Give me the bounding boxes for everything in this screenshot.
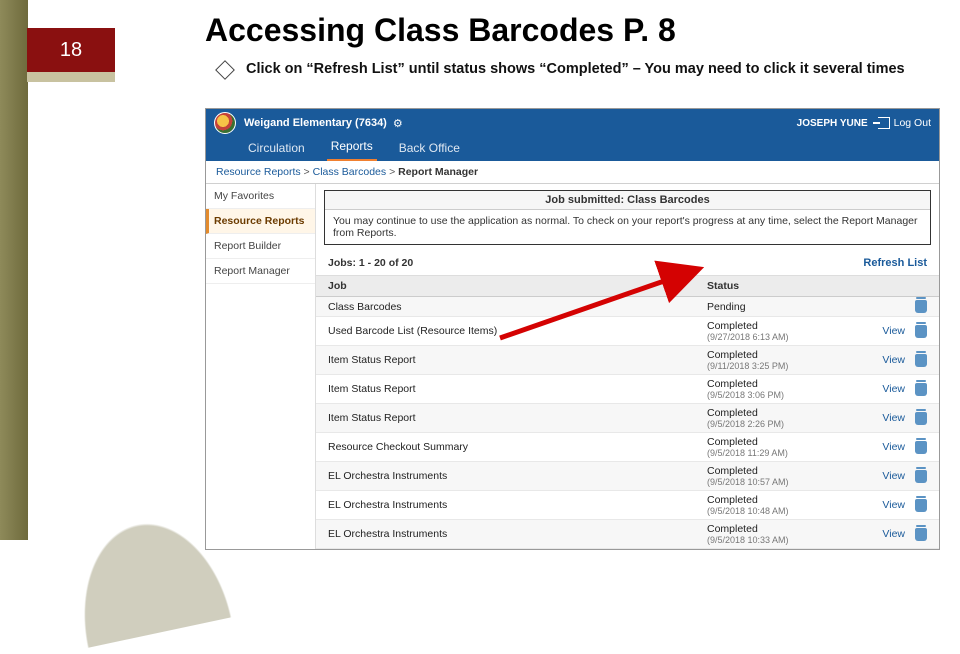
job-name: Item Status Report (328, 354, 707, 366)
job-submitted-box: Job submitted: Class Barcodes You may co… (324, 190, 931, 245)
table-row: Item Status ReportCompleted(9/11/2018 3:… (316, 346, 939, 375)
jobs-toolbar: Jobs: 1 - 20 of 20 Refresh List (316, 251, 939, 276)
main-tabs: Circulation Reports Back Office (206, 137, 939, 161)
job-status: Completed(9/27/2018 6:13 AM) (707, 320, 857, 342)
job-name: EL Orchestra Instruments (328, 528, 707, 540)
table-row: EL Orchestra InstrumentsCompleted(9/5/20… (316, 491, 939, 520)
sidebar-item-report-manager[interactable]: Report Manager (206, 259, 315, 284)
app-header: Weigand Elementary (7634) ⚙ JOSEPH YUNE … (206, 109, 939, 137)
job-name: Used Barcode List (Resource Items) (328, 325, 707, 337)
main-panel: Job submitted: Class Barcodes You may co… (316, 184, 939, 549)
crumb-resource-reports[interactable]: Resource Reports (216, 166, 301, 178)
trash-icon[interactable] (915, 383, 927, 396)
job-actions: View (857, 441, 927, 454)
crumb-report-manager: Report Manager (398, 166, 478, 178)
tab-back-office[interactable]: Back Office (395, 137, 464, 161)
job-name: Item Status Report (328, 383, 707, 395)
job-actions: View (857, 528, 927, 541)
view-link[interactable]: View (882, 383, 905, 395)
view-link[interactable]: View (882, 528, 905, 540)
job-name: Class Barcodes (328, 301, 707, 313)
job-name: EL Orchestra Instruments (328, 470, 707, 482)
table-row: Used Barcode List (Resource Items)Comple… (316, 317, 939, 346)
crumb-sep-icon: > (389, 166, 395, 178)
view-link[interactable]: View (882, 325, 905, 337)
job-actions: View (857, 383, 927, 396)
job-actions: View (857, 325, 927, 338)
logout-icon[interactable] (878, 117, 890, 129)
tab-reports[interactable]: Reports (327, 135, 377, 161)
logout-link[interactable]: Log Out (894, 117, 931, 129)
trash-icon[interactable] (915, 441, 927, 454)
tab-circulation[interactable]: Circulation (244, 137, 309, 161)
view-link[interactable]: View (882, 470, 905, 482)
job-name: Resource Checkout Summary (328, 441, 707, 453)
diamond-bullet-icon (215, 60, 235, 80)
school-name: Weigand Elementary (7634) (244, 117, 387, 129)
table-row: Item Status ReportCompleted(9/5/2018 2:2… (316, 404, 939, 433)
job-actions: View (857, 354, 927, 367)
trash-icon[interactable] (915, 354, 927, 367)
table-row: Class BarcodesPending (316, 297, 939, 317)
job-name: EL Orchestra Instruments (328, 499, 707, 511)
sidebar-item-favorites[interactable]: My Favorites (206, 184, 315, 209)
col-header-status: Status (707, 280, 857, 292)
slide-number-badge: 18 (27, 28, 115, 72)
view-link[interactable]: View (882, 441, 905, 453)
breadcrumb: Resource Reports > Class Barcodes > Repo… (206, 161, 939, 184)
gear-icon[interactable]: ⚙ (393, 117, 403, 130)
view-link[interactable]: View (882, 412, 905, 424)
table-row: EL Orchestra InstrumentsCompleted(9/5/20… (316, 520, 939, 549)
trash-icon[interactable] (915, 470, 927, 483)
slide-title: Accessing Class Barcodes P. 8 (205, 12, 676, 49)
job-status: Completed(9/5/2018 10:48 AM) (707, 494, 857, 516)
trash-icon[interactable] (915, 325, 927, 338)
jobs-count: Jobs: 1 - 20 of 20 (328, 257, 413, 269)
sidebar-item-report-builder[interactable]: Report Builder (206, 234, 315, 259)
crumb-sep-icon: > (304, 166, 310, 178)
slide-bullet-text: Click on “Refresh List” until status sho… (246, 60, 905, 80)
refresh-list-link[interactable]: Refresh List (863, 257, 927, 269)
trash-icon[interactable] (915, 499, 927, 512)
job-submitted-body: You may continue to use the application … (325, 210, 930, 244)
table-row: Item Status ReportCompleted(9/5/2018 3:0… (316, 375, 939, 404)
crumb-class-barcodes[interactable]: Class Barcodes (313, 166, 387, 178)
app-screenshot: Weigand Elementary (7634) ⚙ JOSEPH YUNE … (205, 108, 940, 550)
jobs-list: Class BarcodesPendingUsed Barcode List (… (316, 297, 939, 549)
job-actions (857, 300, 927, 313)
view-link[interactable]: View (882, 499, 905, 511)
slide-bullet: Click on “Refresh List” until status sho… (218, 60, 930, 80)
job-actions: View (857, 499, 927, 512)
jobs-header-row: Job Status (316, 276, 939, 297)
job-actions: View (857, 470, 927, 483)
job-actions: View (857, 412, 927, 425)
job-status: Pending (707, 301, 857, 313)
job-status: Completed(9/5/2018 11:29 AM) (707, 436, 857, 458)
trash-icon[interactable] (915, 528, 927, 541)
sidebar-item-resource-reports[interactable]: Resource Reports (206, 209, 315, 234)
slide-badge-shadow (27, 72, 115, 82)
job-status: Completed(9/11/2018 3:25 PM) (707, 349, 857, 371)
user-name: JOSEPH YUNE (797, 118, 868, 129)
job-name: Item Status Report (328, 412, 707, 424)
sidebar: My Favorites Resource Reports Report Bui… (206, 184, 316, 549)
trash-icon[interactable] (915, 412, 927, 425)
job-submitted-title: Job submitted: Class Barcodes (325, 191, 930, 210)
col-header-job: Job (328, 280, 707, 292)
school-logo-icon (214, 112, 236, 134)
table-row: Resource Checkout SummaryCompleted(9/5/2… (316, 433, 939, 462)
trash-icon[interactable] (915, 300, 927, 313)
view-link[interactable]: View (882, 354, 905, 366)
job-status: Completed(9/5/2018 3:06 PM) (707, 378, 857, 400)
table-row: EL Orchestra InstrumentsCompleted(9/5/20… (316, 462, 939, 491)
job-status: Completed(9/5/2018 10:33 AM) (707, 523, 857, 545)
job-status: Completed(9/5/2018 10:57 AM) (707, 465, 857, 487)
job-status: Completed(9/5/2018 2:26 PM) (707, 407, 857, 429)
